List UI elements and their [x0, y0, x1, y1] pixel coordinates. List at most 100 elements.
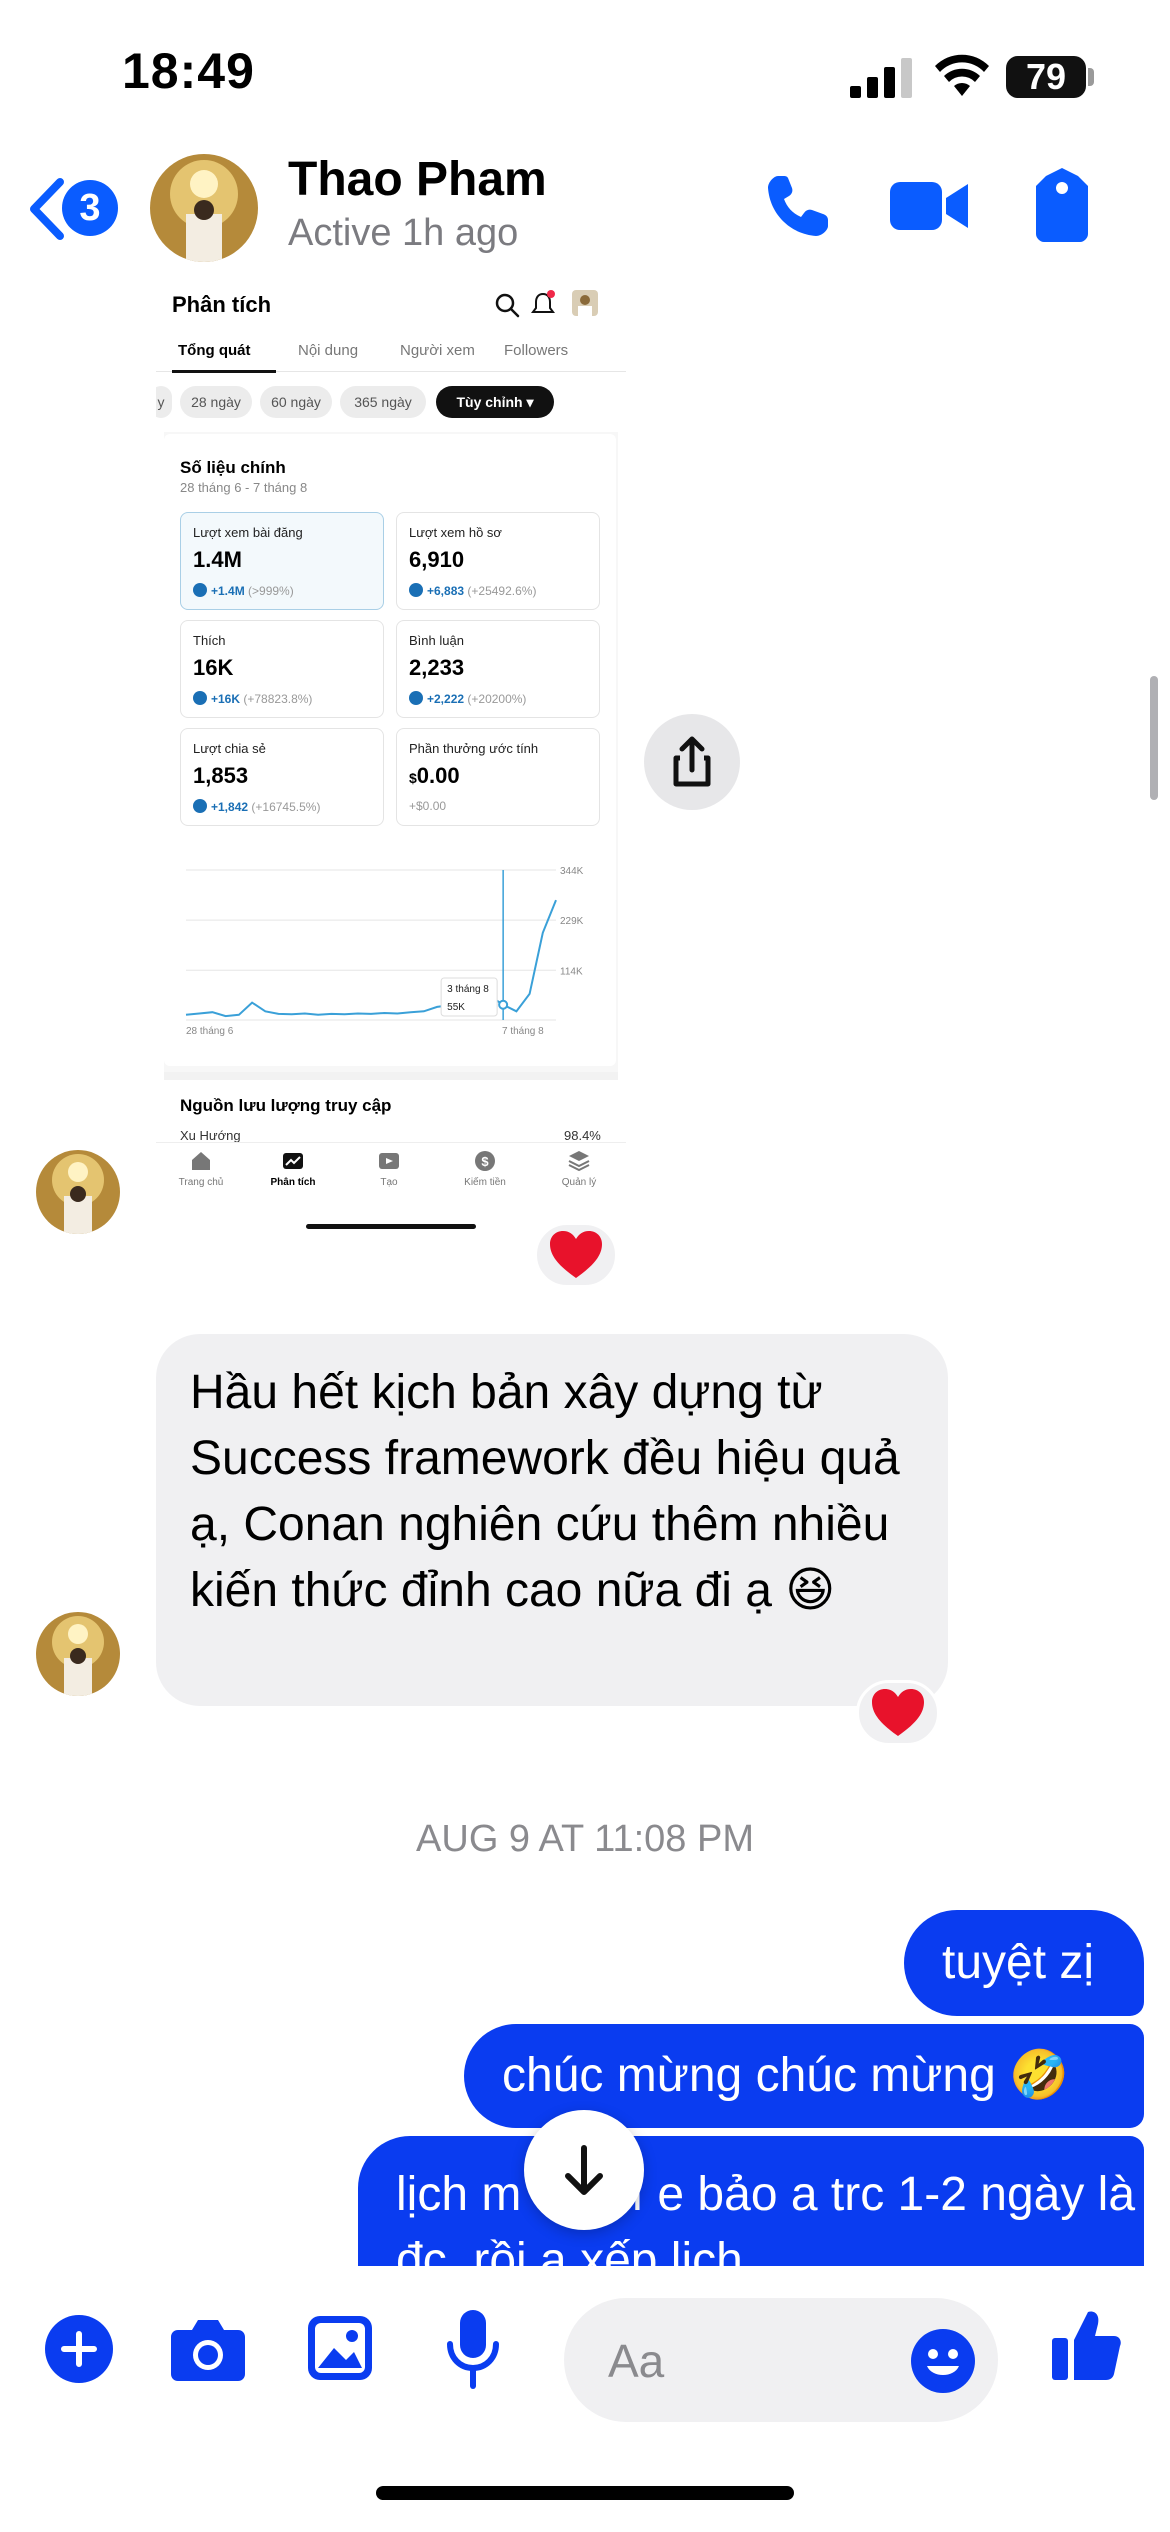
create-icon	[379, 1153, 399, 1169]
chip-60-days: 60 ngày	[260, 386, 332, 418]
home-icon	[192, 1152, 210, 1170]
heart-icon	[550, 1231, 602, 1278]
date-range-chips: y 28 ngày 60 ngày 365 ngày Tùy chỉnh ▾	[156, 386, 626, 420]
series-line	[185, 899, 557, 1018]
contact-name[interactable]: Thao Pham	[288, 152, 547, 207]
message-input[interactable]: Aa	[564, 2298, 998, 2422]
heart-reaction[interactable]	[534, 1222, 618, 1288]
share-button[interactable]	[644, 714, 740, 810]
metric-label: Lượt chia sẻ	[193, 741, 266, 756]
chip-365-days: 365 ngày	[340, 386, 426, 418]
metric-value: 1.4M	[193, 547, 242, 572]
tab-viewers: Người xem	[400, 342, 475, 359]
metric-delta: +1,842 (+16745.5%)	[193, 799, 320, 814]
unread-count-badge[interactable]: 3	[62, 180, 118, 236]
message-input-placeholder: Aa	[608, 2335, 665, 2387]
metric-delta: +$0.00	[409, 799, 447, 813]
svg-text:$: $	[481, 1154, 489, 1169]
nav-manage: Quản lý	[534, 1149, 624, 1188]
tag-icon[interactable]	[1032, 168, 1092, 242]
wifi-icon	[935, 54, 989, 96]
metric-profile-views: Lượt xem hồ sơ 6,910 +6,883 (+25492.6%)	[396, 512, 600, 610]
metric-delta: +6,883 (+25492.6%)	[409, 583, 536, 598]
photo-icon[interactable]	[306, 2314, 374, 2382]
up-arrow-icon	[193, 691, 207, 705]
metric-value: $0.00	[409, 763, 460, 788]
avatar-photo	[36, 1150, 120, 1234]
metric-label: Lượt xem hồ sơ	[409, 525, 502, 540]
metric-value: 16K	[193, 655, 234, 680]
share-icon	[673, 736, 711, 787]
up-arrow-icon	[409, 691, 423, 705]
metric-shares: Lượt chia sẻ 1,853 +1,842 (+16745.5%)	[180, 728, 384, 826]
nav-create: Tạo	[344, 1149, 434, 1188]
analytics-icon	[283, 1153, 303, 1169]
chip-custom: Tùy chỉnh ▾	[436, 386, 554, 418]
nav-home: Trang chủ	[156, 1149, 246, 1188]
profile-icon	[572, 290, 598, 316]
heart-icon	[872, 1689, 924, 1736]
search-icon	[495, 293, 520, 318]
metric-value: 2,233	[409, 655, 465, 680]
tooltip-date: 3 tháng 8	[447, 984, 489, 995]
metric-label: Phần thưởng ước tính	[409, 741, 539, 756]
traffic-sources-title: Nguồn lưu lượng truy cập	[180, 1096, 392, 1115]
sender-avatar[interactable]	[36, 1612, 120, 1696]
metric-post-views: Lượt xem bài đăng 1.4M +1.4M (>999%)	[180, 512, 384, 610]
up-arrow-icon	[409, 583, 423, 597]
x-tick-label: 28 tháng 6	[186, 1026, 234, 1036]
chip-partial: y	[156, 386, 172, 418]
metric-likes: Thích 16K +16K (+78823.8%)	[180, 620, 384, 718]
phone-icon[interactable]	[762, 170, 834, 242]
video-camera-icon[interactable]	[890, 178, 970, 234]
battery-tip	[1088, 68, 1094, 86]
sender-avatar[interactable]	[36, 1150, 120, 1234]
incoming-message-bubble[interactable]: Hầu hết kịch bản xây dựng từ Success fra…	[156, 1334, 948, 1706]
avatar-photo	[36, 1612, 120, 1696]
key-metrics-title: Số liệu chính	[180, 458, 286, 477]
chip-28-days: 28 ngày	[180, 386, 252, 418]
metric-delta: +16K (+78823.8%)	[193, 691, 312, 706]
shared-screenshot-message[interactable]: Phân tích Tổng quát Nội dung Người xem F…	[156, 282, 626, 1244]
contact-avatar[interactable]	[150, 154, 258, 262]
scroll-to-bottom-button[interactable]	[524, 2110, 644, 2230]
avatar-photo	[150, 154, 258, 262]
metric-comments: Bình luận 2,233 +2,222 (+20200%)	[396, 620, 600, 718]
nav-monetize: $ Kiếm tiền	[440, 1149, 530, 1188]
y-tick-label: 114K	[560, 966, 583, 977]
plus-icon[interactable]	[44, 2314, 114, 2384]
analytics-bottom-nav: Trang chủ Phân tích Tạo $ Kiếm tiền Quản…	[156, 1142, 626, 1202]
tooltip-value: 55K	[447, 1002, 465, 1013]
thumbs-up-icon[interactable]	[1050, 2306, 1122, 2382]
back-chevron-icon[interactable]	[26, 176, 66, 242]
money-icon: $	[475, 1151, 495, 1171]
metric-value: 1,853	[193, 763, 249, 788]
up-arrow-icon	[193, 583, 207, 597]
traffic-row-label: Xu Hướng	[180, 1128, 241, 1143]
emoji-icon[interactable]	[910, 2328, 976, 2394]
status-bar: 18:49 79	[0, 0, 1170, 150]
layers-icon	[568, 1151, 590, 1172]
analytics-tabs: Tổng quát Nội dung Người xem Followers	[156, 332, 626, 373]
contact-status: Active 1h ago	[288, 212, 519, 254]
y-tick-label: 229K	[560, 916, 584, 927]
microphone-icon[interactable]	[444, 2308, 502, 2392]
bell-icon	[531, 290, 555, 313]
message-timestamp: AUG 9 AT 11:08 PM	[416, 1818, 754, 1860]
views-line-chart: 114K 229K 344K 3 tháng 8 55K 28 tháng 6 7 thán…	[185, 866, 584, 1036]
heart-reaction[interactable]	[856, 1680, 940, 1746]
metric-label: Bình luận	[409, 633, 464, 648]
outgoing-message-bubble[interactable]: lịch m -1 thì e bảo a trc 1-2 ngày là đc…	[358, 2136, 1144, 2266]
status-time: 18:49	[122, 43, 255, 99]
traffic-row-pct: 98.4%	[564, 1128, 601, 1143]
outgoing-message-bubble[interactable]: tuyệt zị	[904, 1910, 1144, 2016]
chat-header: 3 Thao Pham Active 1h ago	[0, 140, 1170, 280]
camera-icon[interactable]	[170, 2316, 246, 2382]
metric-label: Thích	[193, 633, 226, 648]
hover-marker-point	[498, 999, 509, 1010]
metric-label: Lượt xem bài đăng	[193, 525, 303, 540]
x-tick-label: 7 tháng 8	[502, 1026, 544, 1036]
embedded-home-indicator	[306, 1224, 476, 1229]
signal-icon	[850, 58, 912, 98]
scrollbar-thumb[interactable]	[1150, 676, 1158, 800]
